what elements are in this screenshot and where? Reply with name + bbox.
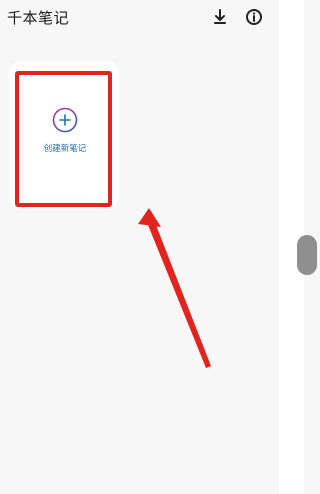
red-arrow (138, 208, 211, 368)
